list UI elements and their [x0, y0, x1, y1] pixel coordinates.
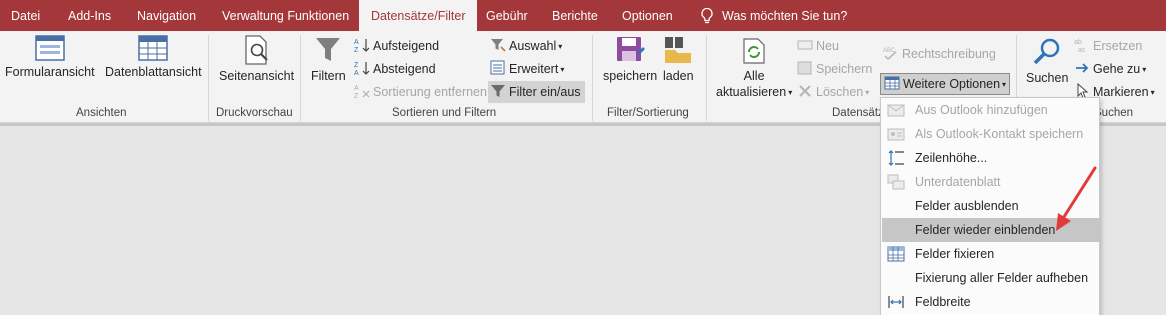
group-label-sortieren-und-filtern: Sortieren und Filtern — [392, 107, 497, 119]
group-separator — [706, 35, 707, 121]
row-height-icon — [888, 150, 904, 166]
filtern-button[interactable]: Filtern — [311, 35, 346, 84]
toggle-filter-icon — [491, 85, 505, 97]
chevron-down-icon: ▾ — [1142, 65, 1147, 74]
filter-speichern-button[interactable]: speichern — [603, 35, 657, 84]
selection-filter-icon — [491, 39, 506, 52]
chevron-down-icon: ▾ — [865, 88, 870, 97]
svg-text:ab: ab — [1074, 39, 1082, 46]
save-disk-icon — [617, 37, 646, 61]
svg-text:A: A — [354, 70, 359, 76]
advanced-filter-icon — [490, 60, 505, 75]
menu-item-felder-fixieren[interactable]: Felder fixieren — [882, 242, 1100, 266]
chevron-down-icon: ▾ — [1150, 88, 1155, 97]
tell-me-search[interactable]: Was möchten Sie tun? — [700, 0, 847, 31]
field-width-icon — [888, 296, 904, 308]
group-label-filter-sortierung: Filter/Sortierung — [607, 107, 689, 119]
freeze-fields-icon — [887, 246, 905, 262]
svg-text:ac: ac — [1078, 47, 1086, 53]
datensatz-speichern-button[interactable]: Speichern — [797, 60, 872, 78]
menu-item-feldbreite[interactable]: Feldbreite — [882, 290, 1100, 314]
annotation-arrow-icon — [1056, 166, 1097, 231]
neu-button[interactable]: Neu — [797, 37, 839, 55]
auswahl-dropdown[interactable]: Auswahl ▾ — [490, 37, 562, 56]
tab-gebuehr[interactable]: Gebühr — [486, 0, 528, 31]
spelling-check-icon: ABC — [883, 48, 897, 61]
outlook-add-icon — [887, 104, 905, 117]
tab-verwaltung-funktionen[interactable]: Verwaltung Funktionen — [222, 0, 349, 31]
svg-text:Z: Z — [354, 93, 359, 99]
svg-text:A: A — [354, 85, 359, 92]
chevron-down-icon: ▾ — [1002, 80, 1007, 89]
filter-laden-button[interactable]: laden — [663, 35, 694, 84]
tab-datensaetze-filter[interactable]: Datensätze/Filter — [359, 0, 478, 32]
chevron-down-icon: ▾ — [788, 88, 793, 97]
filter-funnel-icon — [316, 38, 341, 61]
absteigend-button[interactable]: Z A Absteigend — [354, 60, 436, 78]
group-label-druckvorschau: Druckvorschau — [216, 107, 293, 119]
ersetzen-button[interactable]: ab ac Ersetzen — [1074, 37, 1142, 55]
menu-item-fixierung-aufheben[interactable]: Fixierung aller Felder aufheben — [882, 266, 1100, 290]
group-separator — [300, 35, 301, 121]
clear-sort-icon: AZ — [354, 85, 370, 100]
formularansicht-button[interactable]: Formularansicht — [5, 35, 95, 80]
tab-berichte[interactable]: Berichte — [552, 0, 598, 31]
delete-x-icon — [799, 85, 811, 97]
tab-optionen[interactable]: Optionen — [622, 0, 673, 31]
datasheet-view-icon — [138, 35, 169, 61]
seitenansicht-button[interactable]: Seitenansicht — [219, 35, 294, 84]
svg-text:A: A — [354, 39, 359, 46]
outlook-contact-icon — [887, 128, 905, 141]
sortierung-entfernen-button[interactable]: A Z Sortierung entfernen — [354, 83, 487, 101]
rechtschreibung-button[interactable]: ABC Rechtschreibung — [883, 45, 996, 63]
loeschen-button[interactable]: Löschen ▾ — [797, 83, 869, 102]
filter-ein-aus-toggle[interactable]: Filter ein/aus — [488, 81, 585, 103]
form-view-icon — [35, 35, 65, 61]
menu-item-als-outlook-kontakt-speichern[interactable]: Als Outlook-Kontakt speichern — [882, 122, 1100, 146]
tell-me-label: Was möchten Sie tun? — [722, 9, 848, 23]
tab-add-ins[interactable]: Add-Ins — [68, 0, 111, 31]
chevron-down-icon: ▾ — [558, 42, 563, 51]
print-preview-icon — [244, 35, 268, 65]
gehe-zu-dropdown[interactable]: Gehe zu ▾ — [1074, 60, 1146, 79]
suchen-button[interactable]: Suchen — [1026, 37, 1068, 86]
tab-datei[interactable]: Datei — [11, 0, 40, 31]
more-options-grid-icon — [884, 76, 900, 90]
weitere-optionen-dropdown[interactable]: Weitere Optionen ▾ — [880, 73, 1011, 95]
search-magnifier-icon — [1033, 38, 1060, 65]
tab-navigation[interactable]: Navigation — [137, 0, 196, 31]
ribbon-tab-bar: Datei Add-Ins Navigation Verwaltung Funk… — [0, 0, 1166, 32]
replace-icon: abac — [1074, 39, 1086, 54]
group-label-ansichten: Ansichten — [76, 107, 127, 119]
svg-text:Z: Z — [354, 47, 359, 53]
sort-ascending-icon: AZ — [354, 39, 370, 54]
lightbulb-icon — [700, 7, 722, 24]
datenblattansicht-button[interactable]: Datenblattansicht — [105, 35, 202, 80]
menu-item-aus-outlook-hinzufuegen[interactable]: Aus Outlook hinzufügen — [882, 98, 1100, 122]
svg-text:Z: Z — [354, 62, 359, 69]
go-to-arrow-icon — [1076, 63, 1089, 73]
open-folder-icon — [665, 37, 692, 63]
save-record-icon — [797, 61, 812, 75]
new-record-icon — [797, 40, 813, 50]
sort-descending-icon: ZA — [354, 62, 370, 77]
refresh-all-icon — [743, 38, 765, 64]
subdatasheet-icon — [887, 174, 905, 190]
aufsteigend-button[interactable]: A Z Aufsteigend — [354, 37, 439, 55]
group-separator — [208, 35, 209, 121]
chevron-down-icon: ▾ — [560, 65, 565, 74]
group-separator — [592, 35, 593, 121]
erweitert-dropdown[interactable]: Erweitert ▾ — [490, 60, 564, 79]
alle-aktualisieren-button[interactable]: Alle aktualisieren ▾ — [716, 37, 792, 100]
